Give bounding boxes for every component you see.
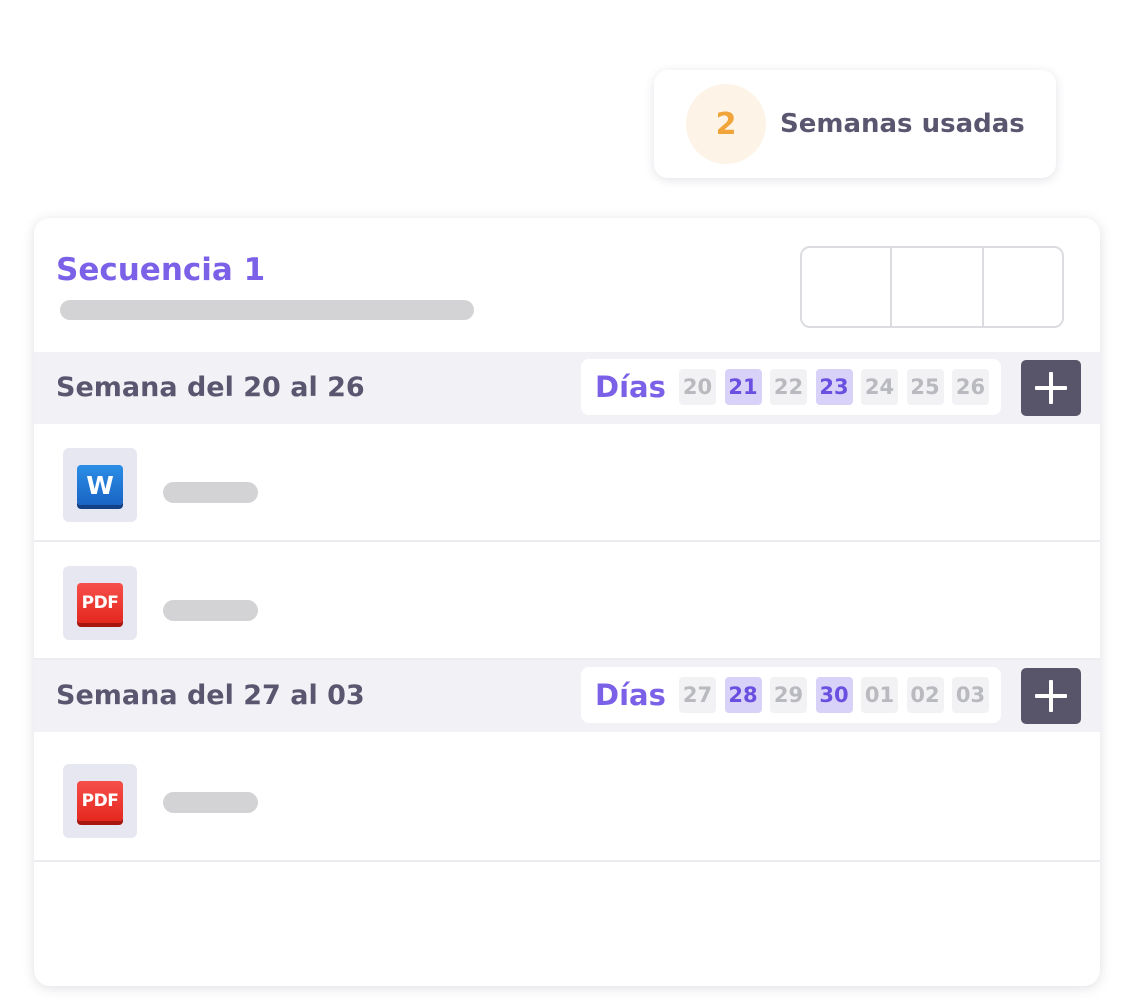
word-file-icon: W: [77, 465, 123, 505]
view-option-1[interactable]: [802, 248, 890, 326]
day-chip[interactable]: 03: [952, 677, 989, 713]
day-chip[interactable]: 20: [679, 369, 716, 405]
file-name-placeholder: [163, 600, 258, 621]
day-chip[interactable]: 28: [724, 677, 762, 713]
weeks-used-badge: 2 Semanas usadas: [654, 70, 1056, 178]
weeks-used-count: 2: [686, 84, 766, 164]
week-header: Semana del 27 al 03 Días 27 28 29 30 01 …: [34, 660, 1100, 732]
file-row[interactable]: W: [34, 424, 1100, 542]
week-title: Semana del 20 al 26: [56, 372, 365, 403]
sequence-header: Secuencia 1: [34, 218, 1100, 352]
day-chip[interactable]: 23: [815, 369, 853, 405]
sequence-card: Secuencia 1 Semana del 20 al 26 Días 20 …: [34, 218, 1100, 986]
pdf-file-icon: PDF: [77, 583, 123, 623]
day-chip[interactable]: 01: [861, 677, 898, 713]
days-label: Días: [595, 678, 666, 712]
file-icon-container: PDF: [63, 764, 137, 838]
file-row[interactable]: PDF: [34, 542, 1100, 660]
day-chip[interactable]: 02: [906, 677, 944, 713]
plus-icon-stroke: [1049, 680, 1053, 712]
day-chip[interactable]: 29: [770, 677, 807, 713]
pdf-file-icon: PDF: [77, 781, 123, 821]
day-chip[interactable]: 27: [679, 677, 716, 713]
day-chip[interactable]: 25: [906, 369, 944, 405]
week-title: Semana del 27 al 03: [56, 680, 365, 711]
day-chip[interactable]: 22: [770, 369, 807, 405]
add-file-button[interactable]: [1021, 668, 1081, 724]
add-file-button[interactable]: [1021, 360, 1081, 416]
sequence-title: Secuencia 1: [56, 252, 266, 288]
week-header: Semana del 20 al 26 Días 20 21 22 23 24 …: [34, 352, 1100, 424]
view-selector: [800, 246, 1064, 328]
file-icon-container: W: [63, 448, 137, 522]
file-name-placeholder: [163, 792, 258, 813]
day-chip[interactable]: 24: [861, 369, 898, 405]
view-option-2[interactable]: [890, 248, 982, 326]
sequence-description-placeholder: [60, 300, 474, 320]
file-name-placeholder: [163, 482, 258, 503]
view-option-3[interactable]: [982, 248, 1062, 326]
file-icon-container: PDF: [63, 566, 137, 640]
days-selector: Días 20 21 22 23 24 25 26: [581, 359, 1001, 415]
day-chip[interactable]: 30: [815, 677, 853, 713]
weeks-used-label: Semanas usadas: [780, 109, 1025, 139]
days-label: Días: [595, 370, 666, 404]
plus-icon-stroke: [1049, 372, 1053, 404]
day-chip[interactable]: 21: [724, 369, 762, 405]
days-selector: Días 27 28 29 30 01 02 03: [581, 667, 1001, 723]
day-chip[interactable]: 26: [952, 369, 989, 405]
file-row[interactable]: PDF: [34, 732, 1100, 862]
